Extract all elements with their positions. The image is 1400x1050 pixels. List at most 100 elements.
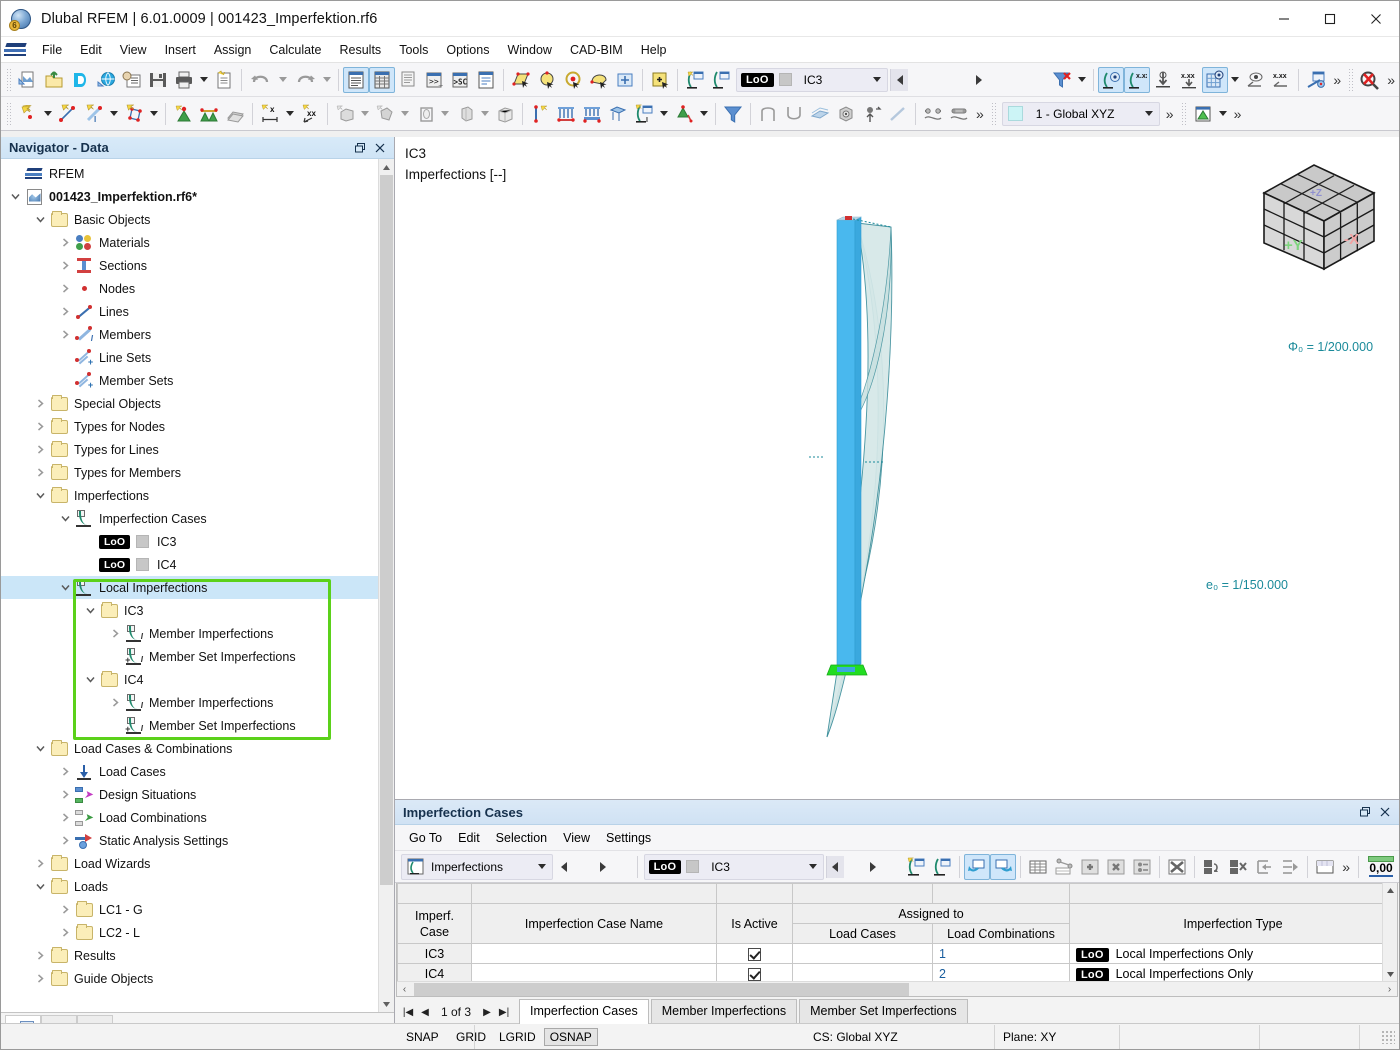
cell-case-name[interactable] <box>471 943 717 964</box>
scroll-thumb[interactable] <box>380 175 393 885</box>
imperfection-cases-grid[interactable]: Imperf. Case Imperfection Case Name Is A… <box>396 883 1398 997</box>
chevron-right-icon[interactable] <box>107 691 124 714</box>
results-table-icon[interactable] <box>1190 101 1216 127</box>
view-front-icon[interactable] <box>755 101 781 127</box>
undo-icon[interactable] <box>246 67 276 93</box>
tree-item-guide-objects[interactable]: Guide Objects <box>1 967 378 990</box>
tree-item-materials[interactable]: Materials <box>1 231 378 254</box>
tree-item-special-objects[interactable]: Special Objects <box>1 392 378 415</box>
table-delete-row-icon[interactable] <box>1103 854 1129 880</box>
decimal-places-icon[interactable]: 0,00 <box>1363 856 1399 877</box>
tree-item-lc1-g[interactable]: LC1 - G <box>1 898 378 921</box>
grid-horizontal-scrollbar[interactable]: ‹ › <box>397 981 1397 996</box>
navigator-panel-icon[interactable] <box>343 66 369 93</box>
new-model-icon[interactable] <box>15 67 41 93</box>
table-indent-right-icon[interactable] <box>1277 854 1303 880</box>
table-next-case[interactable] <box>844 856 904 878</box>
cell-imperf-case[interactable]: IC3 <box>397 943 472 964</box>
load-values-icon[interactable]: x.xx <box>1176 67 1202 93</box>
delete-results-icon[interactable] <box>1357 67 1383 93</box>
menu-window[interactable]: Window <box>498 40 560 60</box>
surface-support-icon[interactable] <box>222 101 248 127</box>
new-contact-icon[interactable] <box>372 101 398 127</box>
tree-item-load-cases-combinations[interactable]: Load Cases & Combinations <box>1 737 378 760</box>
table-undo-icon[interactable] <box>964 853 991 880</box>
next-case-button[interactable] <box>908 69 1049 91</box>
table-redo-icon[interactable] <box>990 853 1017 880</box>
chevron-right-icon[interactable] <box>107 622 124 645</box>
nodal-support-icon[interactable] <box>170 101 196 127</box>
tree-item-loads[interactable]: Loads <box>1 875 378 898</box>
select-circle-icon[interactable] <box>534 67 560 93</box>
filter-dropdown-caret[interactable] <box>1075 67 1089 93</box>
menu-view[interactable]: View <box>111 40 156 60</box>
toolbar2-overflow[interactable]: » <box>972 106 988 122</box>
new-node-icon[interactable] <box>15 101 41 127</box>
chevron-right-icon[interactable] <box>57 300 74 323</box>
tree-item-001423-imperfektion-rf6[interactable]: 001423_Imperfektion.rf6* <box>1 185 378 208</box>
cut-dropdown-caret[interactable] <box>478 101 492 127</box>
menu-cad-bim[interactable]: CAD-BIM <box>561 40 632 60</box>
new-line-icon[interactable] <box>55 101 81 127</box>
printout-report-icon[interactable] <box>395 67 421 93</box>
tree-item-types-for-members[interactable]: Types for Members <box>1 461 378 484</box>
member-dropdown-caret[interactable] <box>107 101 121 127</box>
chevron-right-icon[interactable] <box>32 461 49 484</box>
toolbar1-overflow-2[interactable]: » <box>1383 72 1399 88</box>
tree-item-lines[interactable]: Lines <box>1 300 378 323</box>
header-imperfection-type[interactable]: Imperfection Type <box>1069 903 1397 944</box>
menu-results[interactable]: Results <box>331 40 391 60</box>
tree-item-ic4[interactable]: LoO IC4 <box>1 553 378 576</box>
chevron-right-icon[interactable] <box>32 852 49 875</box>
support-load-icon[interactable] <box>671 101 697 127</box>
table-restore-icon[interactable] <box>1355 803 1375 821</box>
maximize-button[interactable] <box>1307 1 1353 37</box>
chevron-right-icon[interactable] <box>57 806 74 829</box>
redo-dropdown-caret[interactable] <box>320 67 334 93</box>
table-menu-selection[interactable]: Selection <box>488 829 555 847</box>
table-prev-object[interactable] <box>555 856 573 878</box>
toolbar-grip[interactable] <box>6 67 12 92</box>
table-menu-goto[interactable]: Go To <box>401 829 450 847</box>
table-new-imperfection-icon[interactable] <box>903 854 929 880</box>
coordinate-system-combo[interactable]: 1 - Global XYZ <box>1001 101 1160 126</box>
tree-item-imperfection-cases[interactable]: Imperfection Cases <box>1 507 378 530</box>
cell-is-active[interactable] <box>716 943 793 964</box>
imperfection-values-icon[interactable]: x.xx <box>1124 66 1151 93</box>
filter-clear-icon[interactable] <box>1049 67 1075 93</box>
view-zoom-icon[interactable] <box>859 101 885 127</box>
menu-file[interactable]: File <box>33 40 71 60</box>
menu-options[interactable]: Options <box>437 40 498 60</box>
result-values-icon[interactable]: x.xx <box>1268 67 1294 93</box>
minimize-button[interactable] <box>1261 1 1307 37</box>
node-dropdown-caret[interactable] <box>41 101 55 127</box>
model-globe-icon[interactable] <box>93 67 119 93</box>
member-hinge-icon[interactable] <box>920 101 946 127</box>
chevron-down-icon[interactable] <box>867 69 887 91</box>
table-layout-icon[interactable] <box>1312 854 1338 880</box>
toolbar2-grip-2[interactable] <box>990 101 997 126</box>
imperfection-tool-caret[interactable] <box>657 101 671 127</box>
tree-item-members[interactable]: I Members <box>1 323 378 346</box>
print-icon[interactable] <box>171 67 197 93</box>
line-support-icon[interactable] <box>196 101 222 127</box>
table-next-object[interactable] <box>573 856 633 878</box>
chevron-down-icon[interactable] <box>82 668 99 691</box>
grid-hscroll-track[interactable] <box>412 982 1382 996</box>
render-dropdown-caret[interactable] <box>1228 67 1242 93</box>
tree-item-member-set-imperfections[interactable]: I + Member Set Imperfections <box>1 645 378 668</box>
close-button[interactable] <box>1353 1 1399 37</box>
undo-dropdown-caret[interactable] <box>276 67 290 93</box>
prev-case-button[interactable] <box>890 68 908 91</box>
model-viewport[interactable]: IC3 Imperfections [--] Φ₀ = 1/200.000 e₀… <box>395 137 1399 800</box>
imperfection-case-combo[interactable]: LoO IC3 <box>736 67 888 92</box>
tree-item-sections[interactable]: Sections <box>1 254 378 277</box>
pager-first[interactable]: |◀ <box>401 1007 415 1018</box>
dimension-xx-icon[interactable]: xx <box>297 101 323 127</box>
toolbar2-overflow-3[interactable]: » <box>1230 106 1246 122</box>
info-panel-icon[interactable] <box>473 67 499 93</box>
tree-item-member-sets[interactable]: + Member Sets <box>1 369 378 392</box>
header-load-cases[interactable]: Load Cases <box>792 923 933 944</box>
table-case-combo[interactable]: LoO IC3 <box>643 853 824 880</box>
loads-show-icon[interactable] <box>1150 67 1176 93</box>
